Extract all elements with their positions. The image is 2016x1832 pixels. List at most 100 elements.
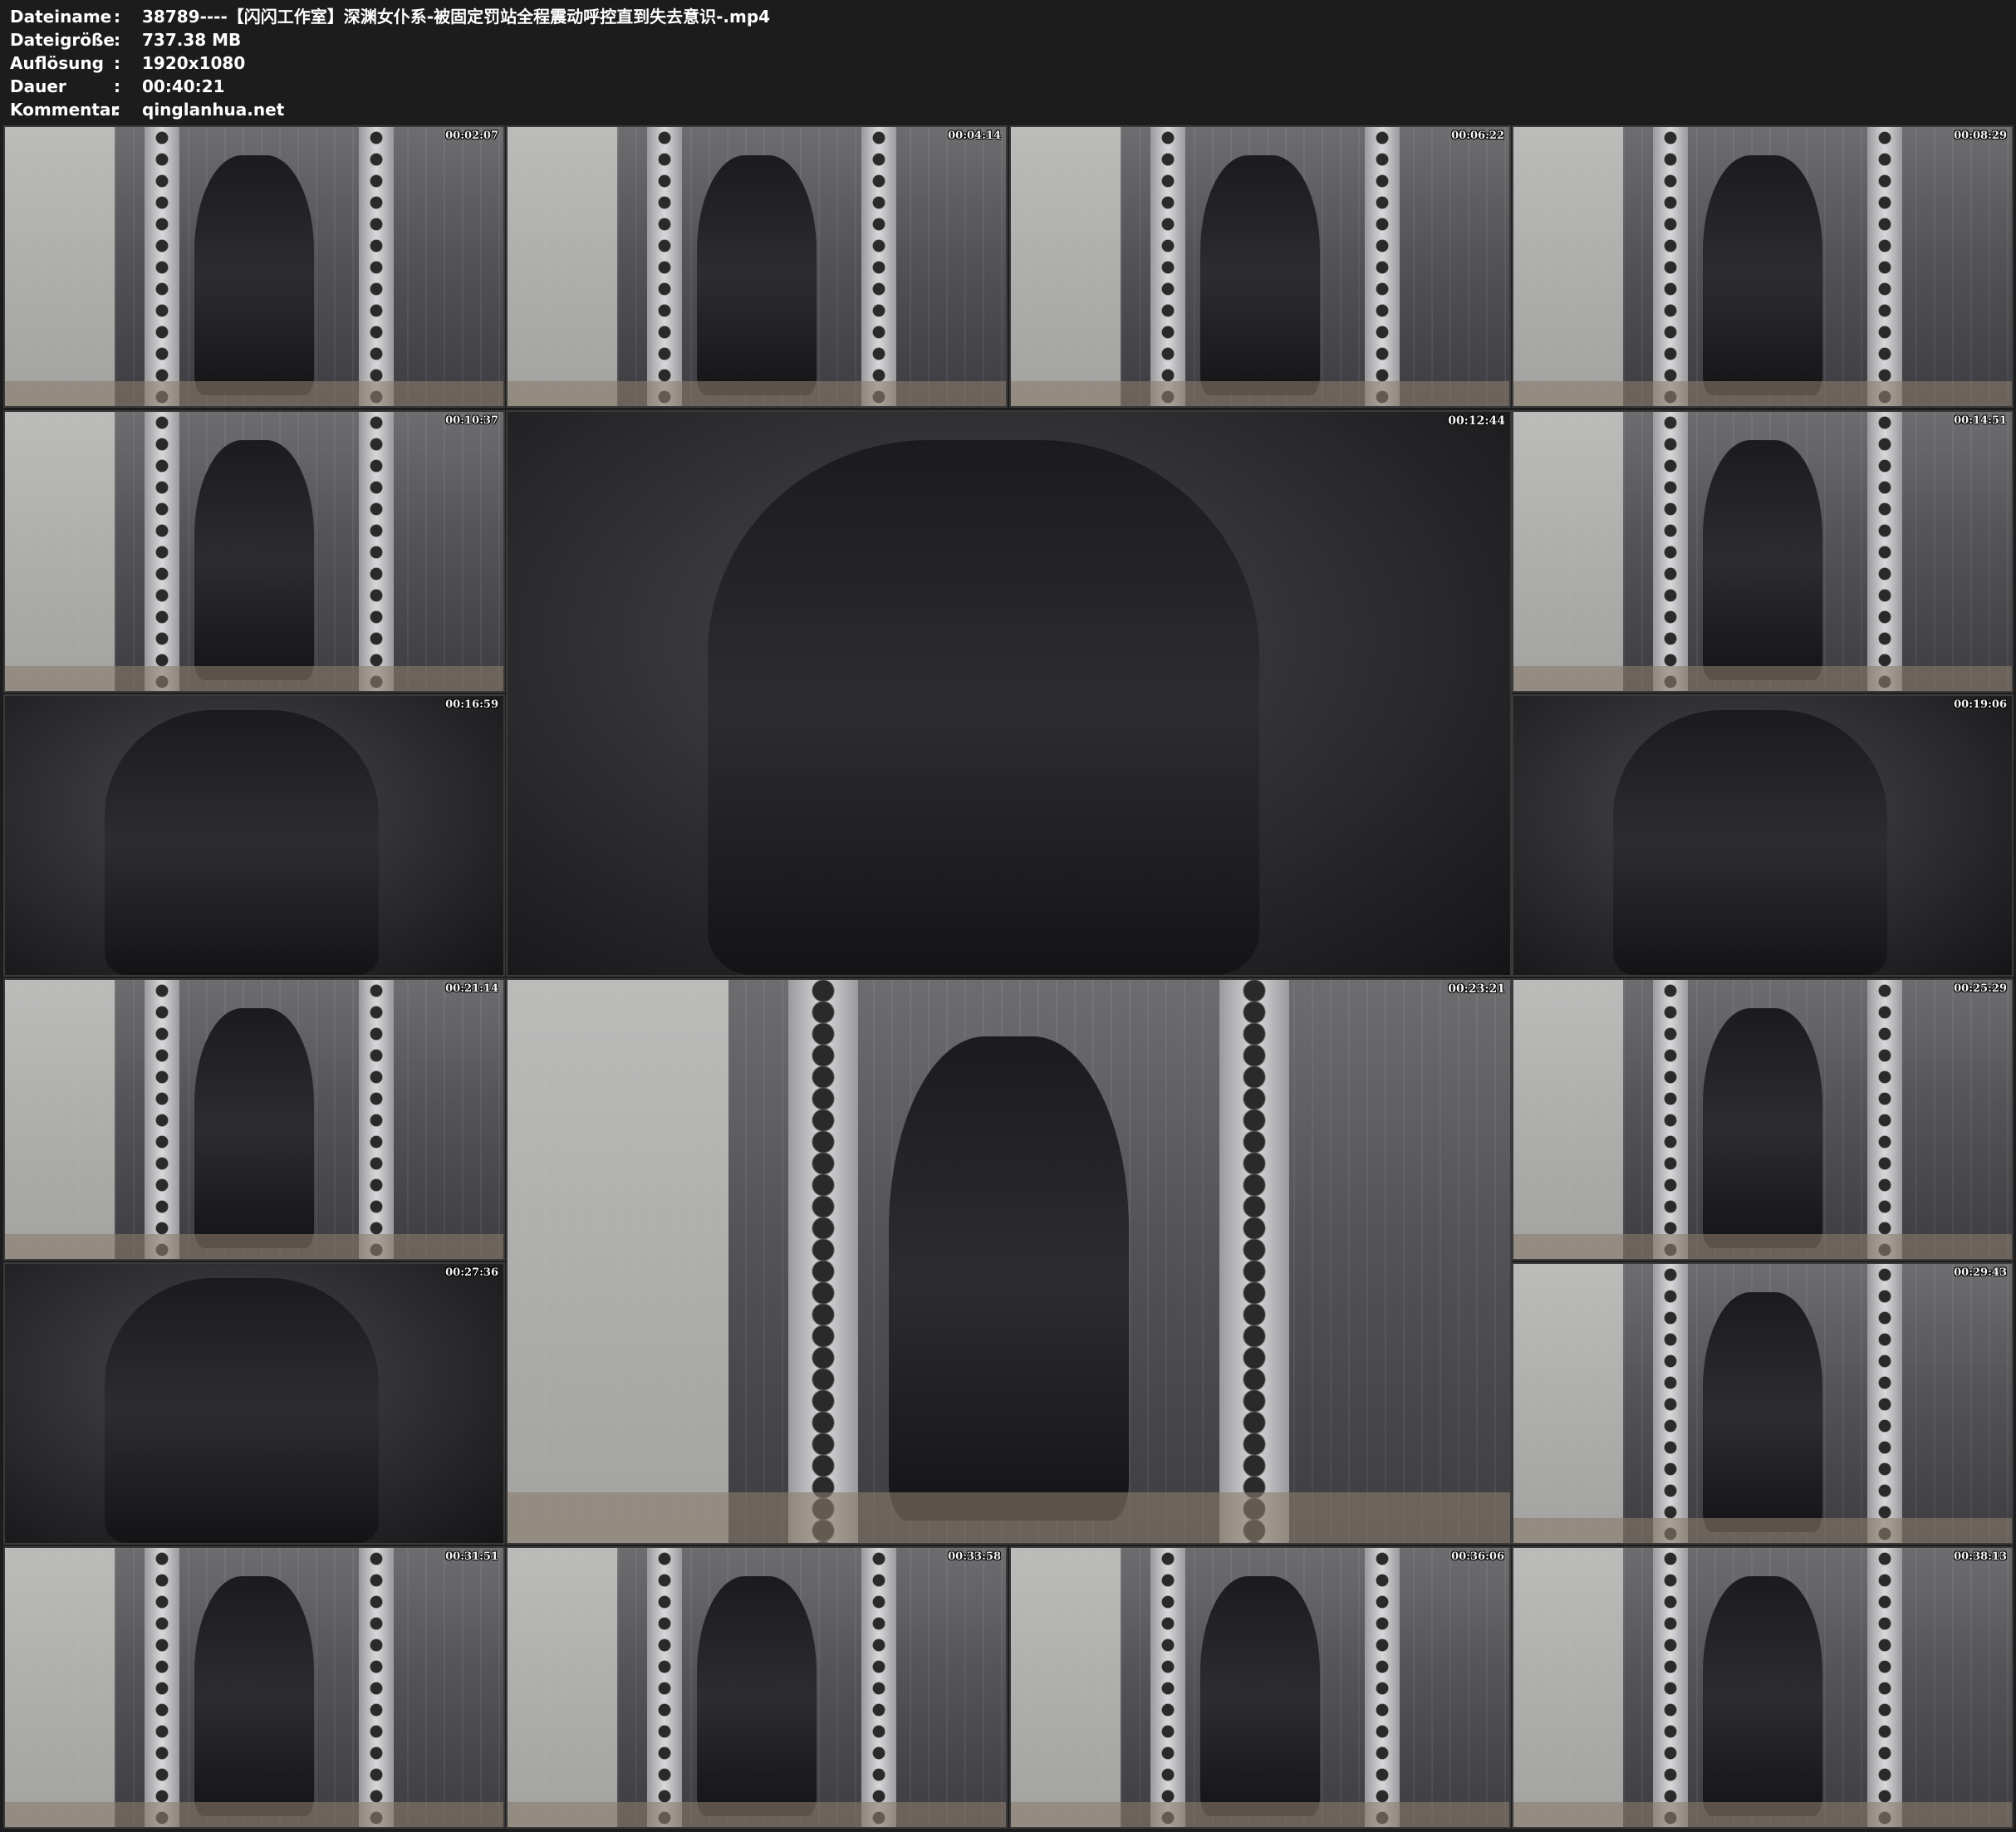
thumbnail-timestamp: 00:04:14 xyxy=(948,130,1001,142)
thumbnail-timestamp: 00:19:06 xyxy=(1954,698,2007,711)
video-thumbnail: 00:27:36 xyxy=(3,1262,505,1545)
thumbnail-scene-figure xyxy=(1703,439,1822,680)
thumbnail-scene-left-wall xyxy=(1011,1548,1121,1827)
thumbnail-scene-rack xyxy=(1150,127,1185,406)
thumbnail-scene-rack xyxy=(1867,127,1902,406)
thumbnail-scene-left-wall xyxy=(1513,412,1623,691)
thumbnail-timestamp: 00:14:51 xyxy=(1954,414,2007,427)
thumbnail-scene-rack xyxy=(1653,980,1688,1259)
video-thumbnail: 00:04:14 xyxy=(506,125,1008,408)
thumbnail-scene-floor xyxy=(5,1233,503,1259)
thumbnail-timestamp: 00:29:43 xyxy=(1954,1266,2007,1279)
thumbnail-scene-left-wall xyxy=(1513,1548,1623,1827)
thumbnail-scene-rack xyxy=(1867,980,1902,1259)
thumbnail-scene-rack xyxy=(1365,1548,1400,1827)
thumbnail-scene-floor xyxy=(1513,1801,2012,1827)
thumbnail-scene-rack xyxy=(1867,1264,1902,1543)
thumbnail-scene-rack xyxy=(1150,1548,1185,1827)
thumbnail-scene-rack xyxy=(787,980,859,1543)
video-thumbnail: 00:12:44 xyxy=(506,410,1512,977)
thumbnail-scene-figure xyxy=(697,154,817,395)
thumbnail-scene-left-wall xyxy=(508,127,617,406)
video-thumbnail: 00:16:59 xyxy=(3,694,505,977)
thumbnail-scene-figure xyxy=(708,439,1260,975)
thumbnail-timestamp: 00:25:29 xyxy=(1954,982,2007,995)
thumbnail-timestamp: 00:36:06 xyxy=(1451,1550,1504,1563)
thumbnail-scene-rack xyxy=(359,127,394,406)
thumbnail-scene-rack xyxy=(1867,1548,1902,1827)
thumbnail-scene-figure xyxy=(105,709,379,975)
thumbnail-scene-figure xyxy=(194,1575,314,1816)
thumbnail-scene-left-wall xyxy=(1011,127,1121,406)
thumbnail-scene-floor xyxy=(1513,665,2012,691)
thumbnail-scene-rack xyxy=(1653,412,1688,691)
thumbnail-scene-left-wall xyxy=(5,980,115,1259)
thumbnail-scene-rack xyxy=(1867,412,1902,691)
thumbnail-scene-floor xyxy=(1513,380,2012,406)
thumbnail-scene-left-wall xyxy=(5,127,115,406)
thumbnail-scene-floor xyxy=(1011,1801,1509,1827)
thumbnail-timestamp: 00:16:59 xyxy=(445,698,498,711)
thumbnail-scene-floor xyxy=(1011,380,1509,406)
thumbnail-scene-figure xyxy=(194,154,314,395)
thumbnail-timestamp: 00:21:14 xyxy=(445,982,498,995)
video-thumbnail: 00:02:07 xyxy=(3,125,505,408)
thumbnail-timestamp: 00:33:58 xyxy=(948,1550,1001,1563)
thumbnail-timestamp: 00:10:37 xyxy=(445,414,498,427)
thumbnail-scene-floor xyxy=(5,380,503,406)
video-thumbnail: 00:19:06 xyxy=(1512,694,2014,977)
thumbnail-scene-rack xyxy=(145,980,179,1259)
thumbnail-timestamp: 00:02:07 xyxy=(445,130,498,142)
thumbnail-scene-figure xyxy=(1703,154,1822,395)
thumbnail-scene-floor xyxy=(5,1801,503,1827)
thumbnail-scene-rack xyxy=(1653,1264,1688,1543)
thumbnail-scene-rack xyxy=(647,127,682,406)
thumbnail-scene-rack xyxy=(861,127,896,406)
thumbnail-scene-left-wall xyxy=(1513,980,1623,1259)
thumbnail-scene-rack xyxy=(145,127,179,406)
thumbnail-scene-floor xyxy=(508,1492,1510,1543)
thumbnail-scene-rack xyxy=(1653,1548,1688,1827)
thumbnail-scene-rack xyxy=(359,412,394,691)
video-thumbnail: 00:36:06 xyxy=(1009,1546,1511,1829)
thumbnail-scene-figure xyxy=(105,1277,379,1543)
thumbnail-scene-floor xyxy=(5,665,503,691)
thumbnail-scene-rack xyxy=(145,1548,179,1827)
thumbnail-scene-floor xyxy=(508,380,1006,406)
thumbnail-scene-floor xyxy=(1513,1233,2012,1259)
thumbnail-timestamp: 00:27:36 xyxy=(445,1266,498,1279)
thumbnail-timestamp: 00:38:13 xyxy=(1954,1550,2007,1563)
video-thumbnail: 00:38:13 xyxy=(1512,1546,2014,1829)
thumbnail-scene-left-wall xyxy=(508,980,728,1543)
thumbnail-scene-rack xyxy=(1219,980,1290,1543)
thumbnail-timestamp: 00:31:51 xyxy=(445,1550,498,1563)
video-thumbnail: 00:08:29 xyxy=(1512,125,2014,408)
thumbnail-scene-figure xyxy=(194,439,314,680)
thumbnail-scene-left-wall xyxy=(508,1548,617,1827)
thumbnail-scene-left-wall xyxy=(5,1548,115,1827)
video-thumbnail: 00:14:51 xyxy=(1512,410,2014,693)
thumbnail-timestamp: 00:08:29 xyxy=(1954,130,2007,142)
thumbnail-scene-rack xyxy=(647,1548,682,1827)
thumbnail-scene-floor xyxy=(508,1801,1006,1827)
thumbnail-timestamp: 00:12:44 xyxy=(1448,414,1505,428)
thumbnail-scene-rack xyxy=(145,412,179,691)
thumbnail-scene-figure xyxy=(1703,1575,1822,1816)
thumbnail-scene-left-wall xyxy=(1513,1264,1623,1543)
thumbnail-timestamp: 00:23:21 xyxy=(1448,982,1505,996)
thumbnail-timestamp: 00:06:22 xyxy=(1451,130,1504,142)
thumbnail-scene-rack xyxy=(1365,127,1400,406)
video-thumbnail: 00:10:37 xyxy=(3,410,505,693)
video-thumbnail: 00:25:29 xyxy=(1512,978,2014,1261)
video-thumbnail: 00:31:51 xyxy=(3,1546,505,1829)
thumbnail-scene-floor xyxy=(1513,1517,2012,1543)
thumbnail-scene-figure xyxy=(1200,154,1320,395)
thumbnail-scene-figure xyxy=(1703,1007,1822,1248)
thumbnail-scene-left-wall xyxy=(1513,127,1623,406)
thumbnail-scene-rack xyxy=(359,1548,394,1827)
thumbnail-scene-rack xyxy=(1653,127,1688,406)
thumbnail-scene-figure xyxy=(697,1575,817,1816)
thumbnail-scene-figure xyxy=(194,1007,314,1248)
thumbnail-scene-left-wall xyxy=(5,412,115,691)
thumbnail-scene-rack xyxy=(359,980,394,1259)
